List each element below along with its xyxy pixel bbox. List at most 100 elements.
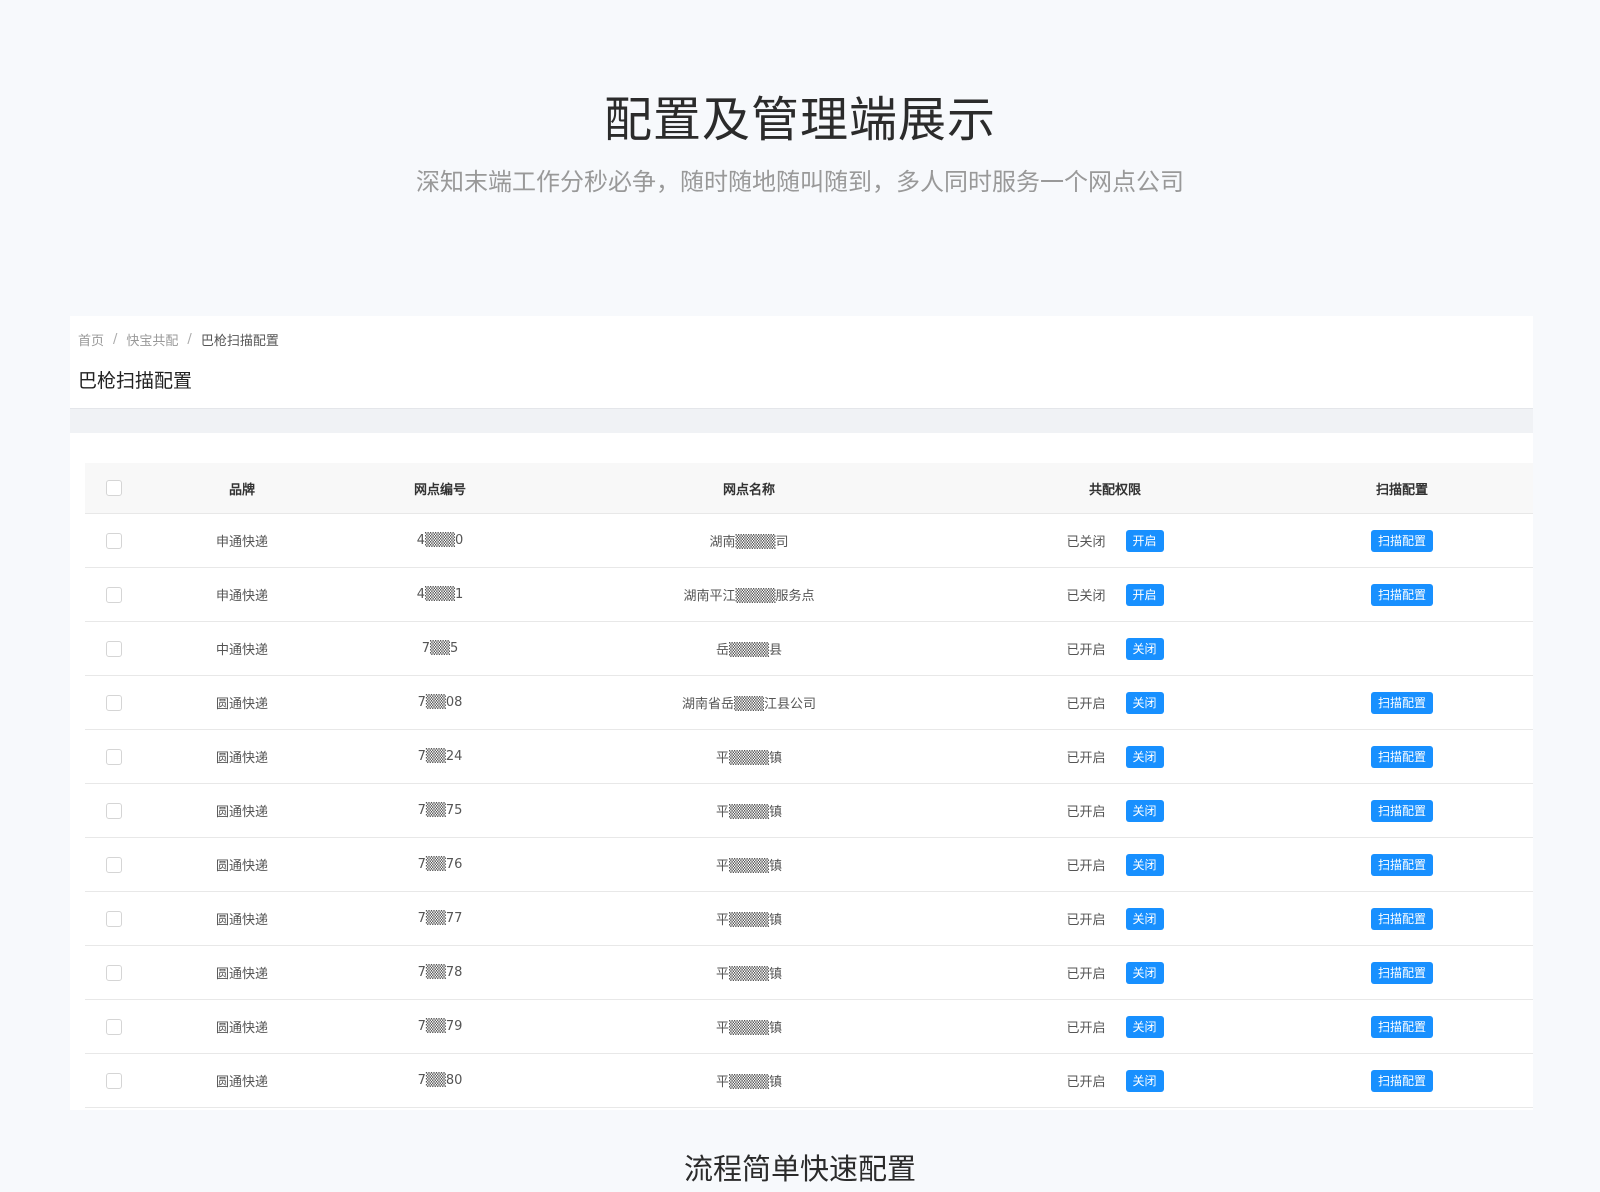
permission-status: 已开启	[1066, 859, 1106, 874]
row-checkbox[interactable]	[106, 964, 122, 981]
toggle-permission-button[interactable]: 关闭	[1125, 907, 1164, 930]
row-checkbox[interactable]	[106, 1018, 122, 1035]
scan-config-button[interactable]: 扫描配置	[1370, 691, 1433, 714]
scan-config-cell: 扫描配置	[1271, 961, 1533, 984]
permission-cell: 已开启 关闭	[959, 637, 1271, 660]
breadcrumb-current: 巴枪扫描配置	[200, 334, 279, 349]
permission-cell: 已开启 关闭	[959, 691, 1271, 714]
table-row: 圆通快递 7▒▒76 平▒▒▒▒镇 已开启 关闭 扫描配置	[85, 838, 1533, 892]
table-row: 申通快递 4▒▒▒1 湖南平江▒▒▒▒服务点 已关闭 开启 扫描配置	[85, 568, 1533, 622]
row-checkbox[interactable]	[106, 586, 122, 603]
scan-config-button[interactable]: 扫描配置	[1370, 853, 1433, 876]
scan-config-button[interactable]: 扫描配置	[1370, 961, 1433, 984]
code-cell: 7▒▒08	[417, 695, 463, 710]
permission-status: 已关闭	[1066, 535, 1106, 550]
permission-status: 已关闭	[1066, 589, 1106, 604]
scan-config-button[interactable]: 扫描配置	[1370, 1069, 1433, 1092]
row-checkbox-cell	[85, 1072, 143, 1089]
breadcrumb-kuaibao[interactable]: 快宝共配	[126, 330, 178, 349]
brand-cell: 圆通快递	[215, 1075, 268, 1090]
brand-cell: 圆通快递	[215, 805, 268, 820]
row-checkbox[interactable]	[106, 532, 122, 549]
code-cell: 7▒▒77	[417, 911, 463, 926]
permission-status: 已开启	[1066, 1075, 1106, 1090]
row-checkbox[interactable]	[106, 802, 122, 819]
page-title: 巴枪扫描配置	[78, 370, 193, 392]
header-scan-config: 扫描配置	[1375, 482, 1428, 498]
scan-config-cell: 扫描配置	[1271, 1069, 1533, 1092]
table-row: 中通快递 7▒▒5 岳▒▒▒▒县 已开启 关闭	[85, 622, 1533, 676]
toggle-permission-button[interactable]: 关闭	[1125, 691, 1164, 714]
row-checkbox[interactable]	[106, 856, 122, 873]
header-brand: 品牌	[228, 482, 255, 498]
data-table: 品牌 网点编号 网点名称 共配权限 扫描配置 申通快递 4▒▒▒0 湖南▒▒▒▒司已…	[85, 463, 1533, 1108]
permission-status: 已开启	[1066, 751, 1106, 766]
brand-cell: 圆通快递	[215, 1021, 268, 1036]
code-cell: 7▒▒75	[417, 803, 463, 818]
scan-config-cell: 扫描配置	[1271, 745, 1533, 768]
scan-config-cell: 扫描配置	[1271, 907, 1533, 930]
toggle-permission-button[interactable]: 开启	[1125, 529, 1164, 552]
toggle-permission-button[interactable]: 关闭	[1125, 853, 1164, 876]
permission-status: 已开启	[1066, 643, 1106, 658]
name-cell: 平▒▒▒▒镇	[716, 1021, 782, 1036]
name-cell: 平▒▒▒▒镇	[716, 1075, 782, 1090]
table-row: 圆通快递 7▒▒24 平▒▒▒▒镇 已开启 关闭 扫描配置	[85, 730, 1533, 784]
table-row: 圆通快递 7▒▒08 湖南省岳▒▒▒江县公司 已开启 关闭 扫描配置	[85, 676, 1533, 730]
code-cell: 7▒▒78	[417, 965, 463, 980]
row-checkbox-cell	[85, 640, 143, 657]
code-cell: 4▒▒▒1	[416, 587, 464, 602]
scan-config-button[interactable]: 扫描配置	[1370, 799, 1433, 822]
permission-cell: 已关闭 开启	[959, 583, 1271, 606]
permission-cell: 已开启 关闭	[959, 907, 1271, 930]
scan-config-button[interactable]: 扫描配置	[1370, 745, 1433, 768]
scan-config-button[interactable]: 扫描配置	[1370, 907, 1433, 930]
scan-config-button[interactable]: 扫描配置	[1370, 583, 1433, 606]
hero-title: 配置及管理端展示	[603, 92, 996, 148]
scan-config-button[interactable]: 扫描配置	[1370, 529, 1433, 552]
row-checkbox[interactable]	[106, 748, 122, 765]
table-row: 圆通快递 7▒▒80 平▒▒▒▒镇 已开启 关闭 扫描配置	[85, 1054, 1533, 1108]
row-checkbox-cell	[85, 748, 143, 765]
row-checkbox[interactable]	[106, 694, 122, 711]
row-checkbox[interactable]	[106, 1072, 122, 1089]
table-body: 申通快递 4▒▒▒0 湖南▒▒▒▒司 已关闭 开启 扫描配置 申通快递 4▒▒▒1 湖南平江▒▒…	[85, 514, 1533, 1108]
scan-config-cell: 扫描配置	[1271, 529, 1533, 552]
name-cell: 平▒▒▒▒镇	[716, 751, 782, 766]
name-cell: 湖南平江▒▒▒▒服务点	[683, 589, 815, 604]
code-cell: 7▒▒76	[417, 857, 463, 872]
code-cell: 7▒▒80	[417, 1073, 463, 1088]
table-row: 圆通快递 7▒▒78 平▒▒▒▒镇 已开启 关闭 扫描配置	[85, 946, 1533, 1000]
permission-status: 已开启	[1066, 1021, 1106, 1036]
toggle-permission-button[interactable]: 关闭	[1125, 961, 1164, 984]
scan-config-button[interactable]: 扫描配置	[1370, 1015, 1433, 1038]
row-checkbox[interactable]	[106, 640, 122, 657]
select-all-checkbox[interactable]	[106, 480, 122, 496]
permission-cell: 已开启 关闭	[959, 961, 1271, 984]
breadcrumb-separator: /	[187, 332, 192, 347]
name-cell: 平▒▒▒▒镇	[716, 913, 782, 928]
permission-cell: 已开启 关闭	[959, 745, 1271, 768]
breadcrumb: 首页 / 快宝共配 / 巴枪扫描配置	[78, 330, 279, 349]
toggle-permission-button[interactable]: 关闭	[1125, 745, 1164, 768]
row-checkbox-cell	[85, 532, 143, 549]
toggle-permission-button[interactable]: 关闭	[1125, 1015, 1164, 1038]
brand-cell: 圆通快递	[215, 697, 268, 712]
toggle-permission-button[interactable]: 关闭	[1125, 637, 1164, 660]
table-row: 圆通快递 7▒▒75 平▒▒▒▒镇 已开启 关闭 扫描配置	[85, 784, 1533, 838]
scan-config-cell: 扫描配置	[1271, 583, 1533, 606]
admin-panel-screenshot: 首页 / 快宝共配 / 巴枪扫描配置 巴枪扫描配置 品牌 网点编号 网点名称 共…	[70, 316, 1533, 1110]
row-checkbox[interactable]	[106, 910, 122, 927]
toggle-permission-button[interactable]: 关闭	[1125, 799, 1164, 822]
row-checkbox-cell	[85, 910, 143, 927]
toggle-permission-button[interactable]: 关闭	[1125, 1069, 1164, 1092]
toggle-permission-button[interactable]: 开启	[1125, 583, 1164, 606]
name-cell: 岳▒▒▒▒县	[716, 643, 782, 658]
table-row: 申通快递 4▒▒▒0 湖南▒▒▒▒司 已关闭 开启 扫描配置	[85, 514, 1533, 568]
brand-cell: 圆通快递	[215, 859, 268, 874]
name-cell: 湖南▒▒▒▒司	[709, 535, 789, 550]
permission-cell: 已关闭 开启	[959, 529, 1271, 552]
table-header-row: 品牌 网点编号 网点名称 共配权限 扫描配置	[85, 463, 1533, 514]
toolbar-divider	[70, 408, 1533, 433]
breadcrumb-home[interactable]: 首页	[78, 330, 104, 349]
